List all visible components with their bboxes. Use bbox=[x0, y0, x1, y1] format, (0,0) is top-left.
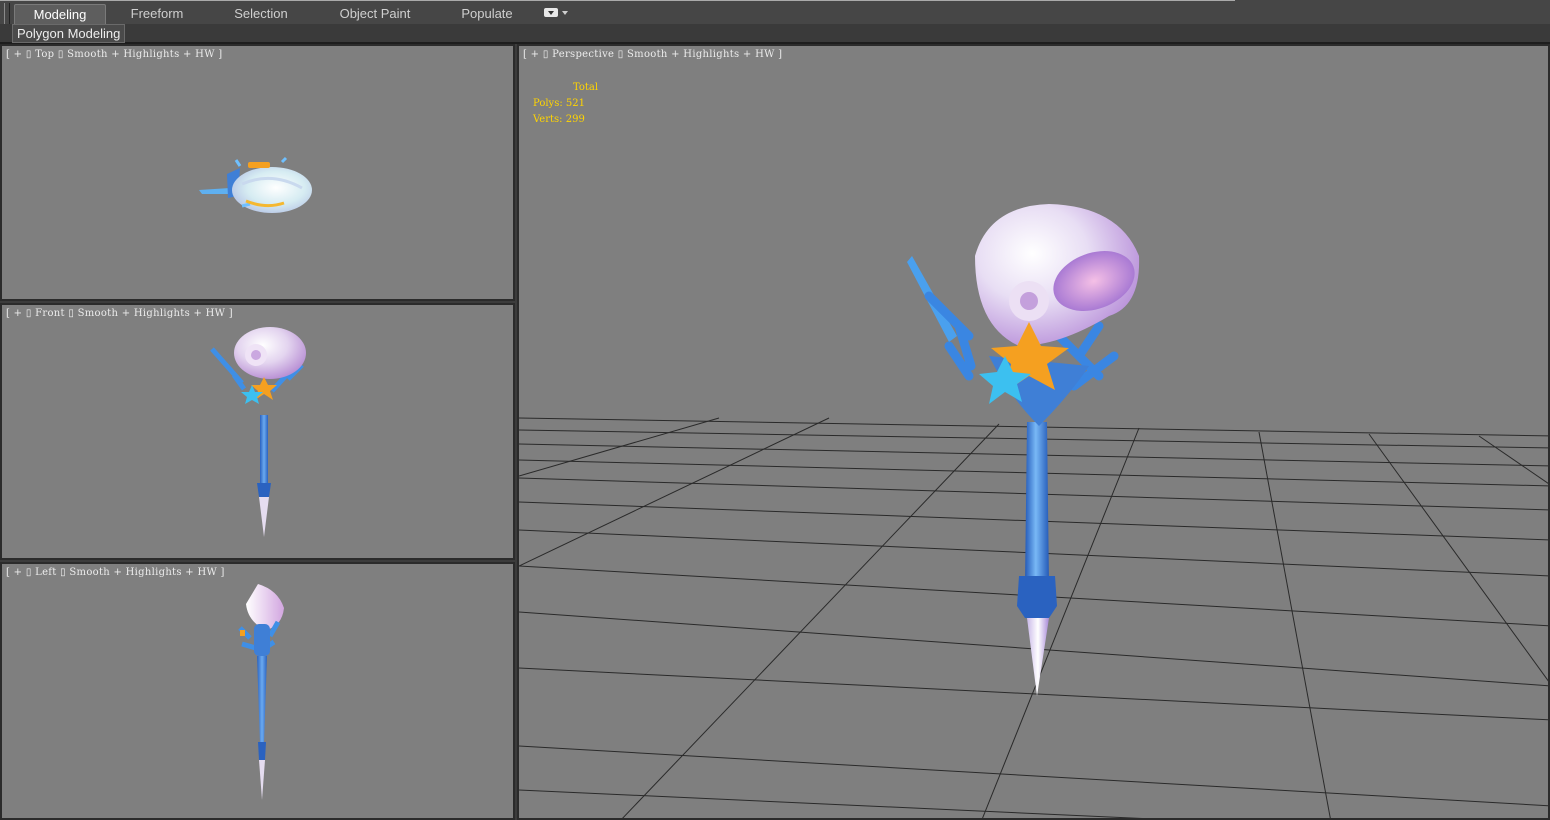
staff-model-left-view bbox=[238, 584, 284, 800]
window-top-line bbox=[0, 0, 1235, 1]
viewport-front[interactable]: [ + ▯ Front ▯ Smooth + Highlights + HW ] bbox=[0, 303, 515, 560]
viewport-menu-dropdown-icon bbox=[544, 8, 558, 17]
tab-populate[interactable]: Populate bbox=[442, 4, 532, 23]
ribbon-panel: Polygon Modeling bbox=[0, 24, 1550, 44]
tab-object-paint[interactable]: Object Paint bbox=[330, 4, 420, 23]
ribbon-tab-bar: Modeling Freeform Selection Object Paint… bbox=[0, 0, 1550, 37]
ribbon-minimize-dropdown[interactable] bbox=[544, 7, 568, 19]
viewport-top[interactable]: [ + ▯ Top ▯ Smooth + Highlights + HW ] bbox=[0, 44, 515, 301]
staff-model-top-view bbox=[199, 156, 312, 213]
tab-modeling[interactable]: Modeling bbox=[14, 4, 106, 24]
viewport-perspective[interactable]: [ + ▯ Perspective ▯ Smooth + Highlights … bbox=[517, 44, 1550, 820]
staff-model-perspective bbox=[907, 204, 1140, 696]
chevron-down-icon bbox=[562, 11, 568, 15]
polygon-modeling-panel-button[interactable]: Polygon Modeling bbox=[12, 24, 126, 43]
staff-model-front-view bbox=[210, 327, 306, 537]
perspective-scene bbox=[519, 204, 1548, 818]
tab-selection[interactable]: Selection bbox=[216, 4, 306, 23]
viewport-left[interactable]: [ + ▯ Left ▯ Smooth + Highlights + HW ] bbox=[0, 562, 515, 820]
tab-freeform[interactable]: Freeform bbox=[112, 4, 202, 23]
